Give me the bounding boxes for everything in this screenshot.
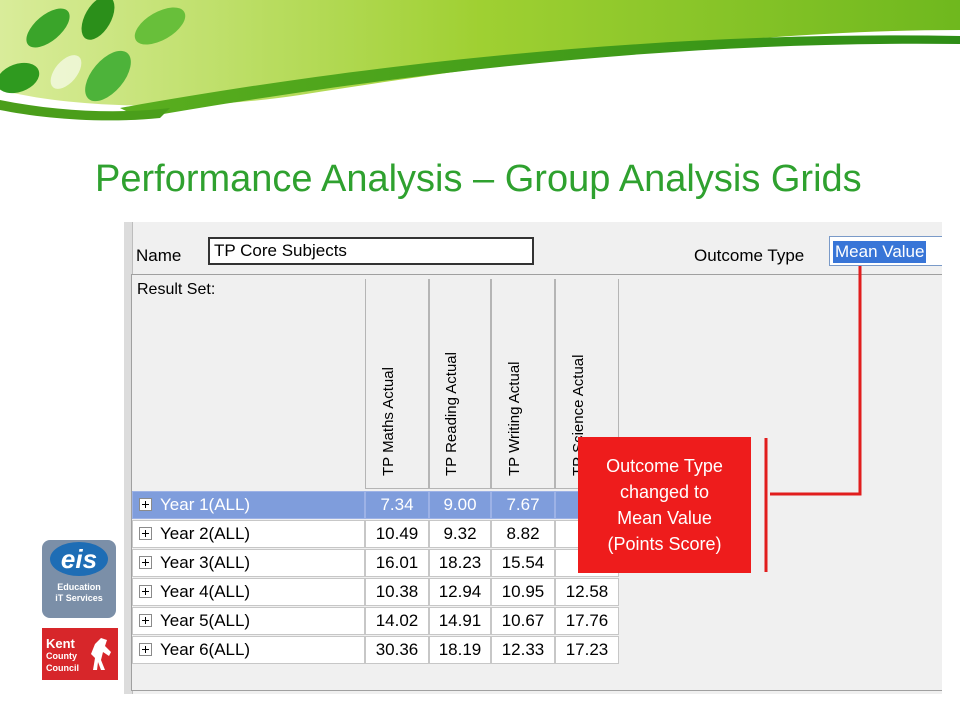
row-label: Year 4(ALL) [160,582,251,601]
column-header-label: TP Maths Actual [380,367,397,476]
eis-logo-word: eis [50,542,108,576]
leaf-banner [0,0,960,121]
kent-logo-line: Kent [46,636,75,651]
expand-plus-icon[interactable] [139,498,152,511]
eis-logo: eis Education iT Services [42,540,116,618]
eis-logo-line: iT Services [55,593,103,603]
expand-plus-icon[interactable] [139,614,152,627]
name-input[interactable] [208,237,534,265]
column-header-label: TP Writing Actual [506,361,523,477]
column-header-label: TP Reading Actual [443,352,460,476]
grid-cell: 18.19 [429,636,491,664]
row-label: Year 5(ALL) [160,611,251,630]
callout-line: Mean Value [617,508,712,528]
eis-logo-line: Education [57,582,101,592]
horse-icon [91,638,111,670]
grid-cell: 9.32 [429,520,491,548]
group-analysis-window: Name Outcome Type Mean Value Result Set:… [124,222,942,694]
grid-cell: 14.91 [429,607,491,635]
grid-cell: 17.76 [555,607,619,635]
grid-cell: 7.67 [491,491,555,519]
kent-council-logo: Kent County Council [42,628,118,680]
grid-cell: 17.23 [555,636,619,664]
slide-title: Performance Analysis – Group Analysis Gr… [95,158,862,200]
grid-cell: 18.23 [429,549,491,577]
grid-cell: 15.54 [491,549,555,577]
expand-plus-icon[interactable] [139,585,152,598]
grid-cell: 10.49 [365,520,429,548]
grid-cell: 12.33 [491,636,555,664]
annotation-callout: Outcome Type changed to Mean Value (Poin… [578,437,751,573]
row-label: Year 6(ALL) [160,640,251,659]
callout-line: (Points Score) [607,534,722,554]
kent-logo-line: County [46,651,77,661]
row-label: Year 3(ALL) [160,553,251,572]
grid-cell: 8.82 [491,520,555,548]
grid-cell: 14.02 [365,607,429,635]
grid-cell: 7.34 [365,491,429,519]
expand-plus-icon[interactable] [139,527,152,540]
grid-cell: 12.58 [555,578,619,606]
logo-stack: eis Education iT Services Kent County Co… [42,540,120,680]
result-set-panel: Result Set: TP Maths Actual TP Reading A… [131,274,942,691]
expand-plus-icon[interactable] [139,556,152,569]
name-label: Name [136,246,182,265]
grid-cell: 9.00 [429,491,491,519]
outcome-type-label: Outcome Type [694,246,805,265]
kent-logo-line: Council [46,663,79,673]
grid-cell: 30.36 [365,636,429,664]
grid-cell: 12.94 [429,578,491,606]
row-label: Year 2(ALL) [160,524,251,543]
outcome-type-select[interactable]: Mean Value [829,236,942,266]
callout-line: changed to [619,482,710,502]
column-header[interactable]: TP Writing Actual [491,279,555,489]
row-label: Year 1(ALL) [160,495,251,514]
grid-cell: 10.67 [491,607,555,635]
result-set-label: Result Set: [137,281,216,298]
outcome-type-value: Mean Value [833,241,927,263]
grid-cell: 10.38 [365,578,429,606]
expand-plus-icon[interactable] [139,643,152,656]
column-header[interactable]: TP Maths Actual [365,279,429,489]
grid-cell: 16.01 [365,549,429,577]
grid-cell: 10.95 [491,578,555,606]
callout-line: Outcome Type [606,456,723,476]
column-header[interactable]: TP Reading Actual [429,279,491,489]
